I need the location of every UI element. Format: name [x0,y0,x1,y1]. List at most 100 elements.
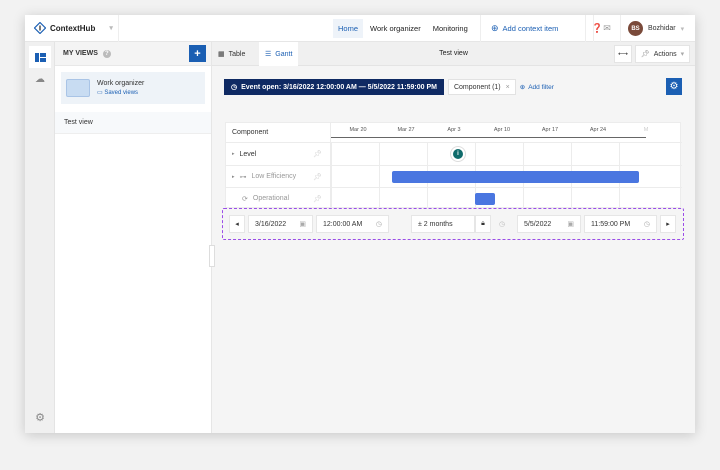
tick-label: Apr 3 [447,127,461,133]
history-icon[interactable]: ◷ [494,215,510,233]
tick-label: M [643,127,649,133]
gantt-bar[interactable] [474,193,496,205]
row-label: Level [239,150,257,158]
view-item-test-view[interactable]: Test view [55,112,211,134]
top-bar: ContextHub ▾ Home Work organizer Monitor… [25,15,695,42]
chevron-down-icon: ▾ [680,25,685,33]
tab-table-label: Table [228,50,246,58]
next-range-button[interactable]: ▸ [660,215,676,233]
tab-gantt-label: Gantt [275,50,293,58]
my-views-title: MY VIEWS [63,50,98,57]
user-name: Bozhidar [648,25,676,32]
gantt-header: Component [226,123,682,143]
main-nav: Home Work organizer Monitoring [333,15,475,42]
panel-resize-handle[interactable] [209,245,215,267]
range-value: ± 2 months [418,220,453,228]
tick-label: Mar 20 [349,127,367,133]
start-date-value: 3/16/2022 [255,220,287,228]
work-organizer-card[interactable]: Work organizer ▭ Saved views [61,72,205,104]
logo-icon [34,22,46,34]
my-views-header: MY VIEWS ? + [55,42,211,66]
saved-views-label: Saved views [104,90,139,96]
chevron-down-icon[interactable]: ▾ [109,24,113,32]
help-icon[interactable]: ? [102,49,111,58]
lock-icon[interactable]: 🔒︎ [475,215,491,233]
icon-rail: ☁ ⚙ [25,42,55,433]
timeline-axis [331,137,646,138]
pin-icon: 📌︎ [640,51,650,58]
plus-circle-icon: ⊕ [491,23,499,33]
expand-icon[interactable]: ▸ [232,174,235,180]
organizer-title: Work organizer [97,80,145,87]
add-view-button[interactable]: + [189,45,206,62]
gantt-settings-button[interactable]: ⚙ [666,78,682,95]
start-time-value: 12:00:00 AM [323,220,363,228]
gantt-chart: Component ▸ Level 📌︎ ▸ ⊶ Low Efficiency 📌︎ ⟳ O… [225,122,682,209]
nav-home[interactable]: Home [333,19,364,38]
gantt-bar[interactable] [392,171,640,183]
tick-label: Apr 17 [541,127,559,133]
pin-icon[interactable]: 📌︎ [313,195,322,203]
cloud-icon[interactable]: ☁ [29,68,51,90]
main-area: ▦ Table ☰ Gantt Test view ⟷ 📌︎ Actions ▾ ◷ Ev… [209,42,695,433]
gantt-icon: ☰ [265,51,272,58]
gridline [379,143,380,208]
collapse-icon[interactable]: ⟷ [614,45,632,63]
end-time-value: 11:59:00 PM [591,220,631,228]
add-context-item-button[interactable]: ⊕ Add context item [480,15,558,42]
refresh-icon: ⟳ [242,195,248,203]
previous-range-button[interactable]: ◂ [229,215,245,233]
actions-label: Actions [653,50,677,58]
filter-bar: ◷ Event open: 3/16/2022 12:00:00 AM — 5/5… [224,79,554,95]
views-icon[interactable] [29,46,51,68]
event-filter-chip[interactable]: ◷ Event open: 3/16/2022 12:00:00 AM — 5/5… [224,79,444,95]
folder-icon [66,79,90,97]
component-filter-chip[interactable]: Component (1) × [447,79,516,95]
close-icon[interactable]: × [506,84,510,91]
pin-icon[interactable]: 📌︎ [313,150,322,158]
expand-icon[interactable]: ▸ [232,151,235,157]
logo[interactable]: ContextHub ▾ [25,15,119,42]
clock-icon: ◷ [231,84,238,91]
user-menu[interactable]: BS Bozhidar ▾ [620,15,684,42]
link-icon: ⊶ [239,173,247,181]
event-filter-label: Event open: 3/16/2022 12:00:00 AM — 5/5/… [241,83,437,91]
chevron-down-icon: ▾ [680,51,685,58]
avatar: BS [628,21,643,36]
nav-work-organizer[interactable]: Work organizer [365,19,426,38]
start-date-input[interactable]: 3/16/2022 ▣ [248,215,313,233]
gantt-row[interactable]: ⟳ Operational 📌︎ [226,188,682,209]
tick-label: Apr 24 [589,127,607,133]
views-panel: MY VIEWS ? + Work organizer ▭ Saved view… [55,42,212,433]
end-date-value: 5/5/2022 [524,220,552,228]
add-filter-label: Add filter [528,83,554,91]
tick-label: Apr 10 [493,127,511,133]
calendar-icon[interactable]: ▣ [299,220,306,228]
time-range-controls: ◂ 3/16/2022 ▣ 12:00:00 AM ◷ ± 2 months 🔒︎ … [222,208,684,240]
mail-icon[interactable]: ✉ [593,15,620,42]
end-time-input[interactable]: 11:59:00 PM ◷ [584,215,657,233]
row-label: Operational [252,195,290,202]
saved-views-link[interactable]: ▭ Saved views [97,89,144,96]
add-context-label: Add context item [502,24,559,33]
clock-icon[interactable]: ◷ [376,220,382,228]
tick-label: Mar 27 [397,127,415,133]
table-icon: ▦ [218,51,225,58]
tab-table[interactable]: ▦ Table [212,42,251,66]
pin-icon[interactable]: 📌︎ [313,173,322,181]
add-filter-button[interactable]: ⊕ Add filter [519,83,554,92]
nav-monitoring[interactable]: Monitoring [428,19,473,38]
plus-circle-icon: ⊕ [519,84,526,91]
row-label: Low Efficiency [251,173,297,180]
range-selector[interactable]: ± 2 months [411,215,475,233]
end-date-input[interactable]: 5/5/2022 ▣ [517,215,581,233]
event-marker-icon[interactable]: i [453,149,463,159]
settings-gear-icon[interactable]: ⚙ [29,406,51,428]
start-time-input[interactable]: 12:00:00 AM ◷ [316,215,389,233]
actions-button[interactable]: 📌︎ Actions ▾ [635,45,690,63]
calendar-icon[interactable]: ▣ [567,220,574,228]
app-name: ContextHub [50,23,96,33]
view-toolbar: ▦ Table ☰ Gantt Test view ⟷ 📌︎ Actions ▾ [212,42,695,66]
clock-icon[interactable]: ◷ [644,220,650,228]
tab-gantt[interactable]: ☰ Gantt [259,42,299,66]
